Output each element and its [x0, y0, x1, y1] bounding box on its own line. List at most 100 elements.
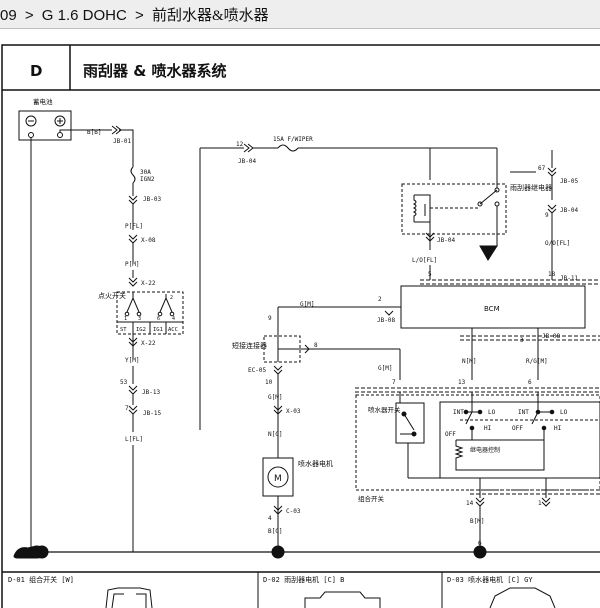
breadcrumb: 09 > G 1.6 DOHC > 前刮水器&喷水器: [0, 4, 269, 25]
svg-text:4: 4: [172, 316, 175, 322]
svg-text:6: 6: [157, 316, 160, 322]
svg-text:L[FL]: L[FL]: [125, 436, 143, 443]
svg-text:53: 53: [120, 379, 128, 386]
svg-text:Y[M]: Y[M]: [125, 357, 139, 364]
svg-text:7: 7: [125, 405, 129, 412]
svg-text:67: 67: [538, 165, 546, 172]
svg-text:G: G: [39, 549, 44, 557]
svg-text:ACC: ACC: [168, 327, 178, 333]
short-connector-label: 短接连接器: [232, 341, 267, 350]
svg-text:OFF: OFF: [512, 425, 523, 432]
svg-text:13: 13: [273, 549, 281, 557]
svg-text:A: A: [486, 250, 490, 257]
svg-text:INT: INT: [518, 409, 529, 416]
breadcrumb-separator: >: [24, 7, 34, 24]
connector-d01-label: D-01 组合开关 [W]: [8, 575, 74, 584]
svg-text:LO: LO: [488, 409, 496, 416]
breadcrumb-separator: >: [135, 7, 144, 24]
top-bar: 09 > G 1.6 DOHC > 前刮水器&喷水器: [0, 0, 600, 29]
svg-text:ST: ST: [120, 327, 127, 333]
connector-d02-shape: [304, 591, 381, 608]
svg-text:P[M]: P[M]: [125, 261, 139, 268]
svg-text:9: 9: [268, 315, 272, 322]
relay-label: 雨刮器继电器: [510, 183, 552, 192]
svg-text:HI: HI: [554, 425, 562, 432]
svg-text:JB-04: JB-04: [437, 237, 455, 244]
svg-text:IGN2: IGN2: [140, 176, 155, 183]
svg-text:1: 1: [538, 500, 542, 507]
section-code: D: [30, 62, 42, 80]
svg-text:4: 4: [268, 515, 272, 522]
combination-switch-label: 组合开关: [358, 494, 385, 503]
svg-text:2: 2: [378, 296, 382, 303]
svg-text:6: 6: [528, 379, 532, 386]
svg-text:X-22: X-22: [141, 340, 156, 347]
intermittent-resistor: [454, 440, 464, 464]
svg-text:JB-15: JB-15: [143, 410, 161, 417]
svg-text:OFF: OFF: [445, 431, 456, 438]
svg-text:G[M]: G[M]: [300, 301, 314, 308]
svg-text:JB-04: JB-04: [238, 158, 256, 165]
svg-text:B[C]: B[C]: [268, 528, 282, 535]
svg-text:N[C]: N[C]: [268, 431, 282, 438]
svg-text:30A: 30A: [140, 169, 151, 176]
svg-text:18: 18: [548, 271, 556, 278]
svg-text:X-08: X-08: [141, 237, 156, 244]
fuse-30a: [130, 166, 136, 184]
svg-text:R/G[M]: R/G[M]: [526, 358, 548, 365]
breadcrumb-engine[interactable]: G 1.6 DOHC: [42, 7, 127, 24]
ignition-switch-label: 点火开关: [98, 291, 126, 300]
svg-text:2: 2: [170, 295, 173, 301]
svg-text:L/O[FL]: L/O[FL]: [412, 257, 437, 264]
svg-text:JB-05: JB-05: [560, 178, 578, 185]
svg-text:LO: LO: [560, 409, 568, 416]
svg-text:3: 3: [138, 316, 141, 322]
svg-text:8: 8: [314, 342, 318, 349]
svg-text:HI: HI: [484, 425, 492, 432]
svg-text:10: 10: [265, 379, 273, 386]
svg-text:15A F/WIPER: 15A F/WIPER: [273, 136, 313, 143]
svg-text:C-03: C-03: [286, 508, 301, 515]
svg-text:5: 5: [428, 271, 432, 278]
svg-text:O/O[FL]: O/O[FL]: [545, 240, 570, 247]
svg-text:IG1: IG1: [153, 327, 163, 333]
svg-text:G[M]: G[M]: [378, 365, 392, 372]
svg-text:N[M]: N[M]: [462, 358, 476, 365]
svg-text:JB-03: JB-03: [143, 196, 161, 203]
svg-text:13: 13: [458, 379, 466, 386]
svg-text:IG2: IG2: [136, 327, 146, 333]
diagram-title: 雨刮器 & 喷水器系统: [83, 62, 227, 80]
svg-text:14: 14: [466, 500, 474, 507]
connector-d03-label: D-03 喷水器电机 [C] GY: [447, 575, 533, 584]
svg-text:EC-05: EC-05: [248, 367, 266, 374]
svg-text:7: 7: [392, 379, 396, 386]
connector-d03-shape: [489, 587, 556, 608]
svg-text:1: 1: [477, 549, 481, 557]
svg-text:JB-13: JB-13: [142, 389, 160, 396]
fuse-15a-wiper: [277, 144, 299, 152]
svg-text:JB-11: JB-11: [560, 275, 578, 282]
svg-text:G[M]: G[M]: [268, 394, 282, 401]
wiring-diagram: D 雨刮器 & 喷水器系统 D-01 组合开关 [W] D-02 雨刮器电机 […: [1, 44, 600, 608]
svg-text:P[FL]: P[FL]: [125, 223, 143, 230]
svg-text:JB-08: JB-08: [377, 317, 395, 324]
connector-d02-label: D-02 雨刮器电机 [C] B: [263, 575, 344, 584]
battery-label: 蓄电池: [33, 97, 53, 106]
bcm-label: BCM: [484, 305, 500, 313]
svg-text:B[M]: B[M]: [470, 518, 484, 525]
svg-text:9: 9: [545, 212, 549, 219]
svg-text:INT: INT: [453, 409, 464, 416]
svg-text:X-22: X-22: [141, 280, 156, 287]
battery-symbol: [18, 110, 72, 141]
svg-text:JB-04: JB-04: [560, 207, 578, 214]
svg-text:12: 12: [236, 141, 244, 148]
intermittent-label: 继电器控制: [470, 446, 500, 454]
washer-motor-label: 喷水器电机: [298, 459, 333, 468]
svg-text:B[B]: B[B]: [87, 129, 101, 136]
breadcrumb-current: 前刮水器&喷水器: [151, 8, 269, 24]
svg-text:1: 1: [124, 316, 127, 322]
breadcrumb-model[interactable]: 09: [0, 7, 17, 24]
wiper-relay: [401, 183, 507, 235]
motor-symbol: M: [274, 474, 282, 484]
svg-text:JB-01: JB-01: [113, 138, 131, 145]
